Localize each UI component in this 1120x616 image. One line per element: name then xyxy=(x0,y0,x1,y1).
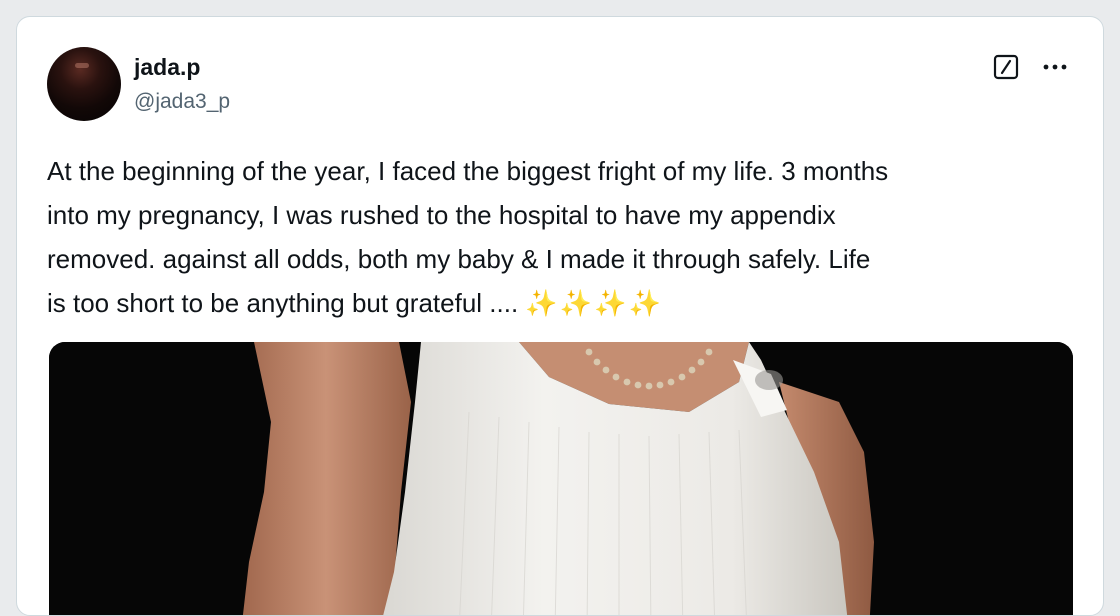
avatar-highlight xyxy=(75,63,89,68)
author-handle[interactable]: @jada3_p xyxy=(134,90,230,114)
photo-illustration xyxy=(49,342,1073,615)
tweet-photo[interactable] xyxy=(49,342,1073,615)
tweet-card[interactable]: jada.p @jada3_p At the beginning of the … xyxy=(16,16,1104,616)
author-name[interactable]: jada.p xyxy=(134,54,200,81)
author-avatar[interactable] xyxy=(47,47,121,121)
grok-icon[interactable] xyxy=(993,54,1019,80)
sparkles-emoji: ✨✨✨✨ xyxy=(525,289,663,319)
tweet-text-line: removed. against all odds, both my baby … xyxy=(47,244,871,274)
tweet-text-line: At the beginning of the year, I faced th… xyxy=(47,156,889,186)
tweet-text-line: is too short to be anything but grateful… xyxy=(47,288,519,318)
tweet-text-line-last: is too short to be anything but grateful… xyxy=(47,281,1087,326)
more-options-icon[interactable] xyxy=(1039,54,1071,80)
tweet-text: At the beginning of the year, I faced th… xyxy=(47,149,1087,326)
tweet-text-line: into my pregnancy, I was rushed to the h… xyxy=(47,200,836,230)
